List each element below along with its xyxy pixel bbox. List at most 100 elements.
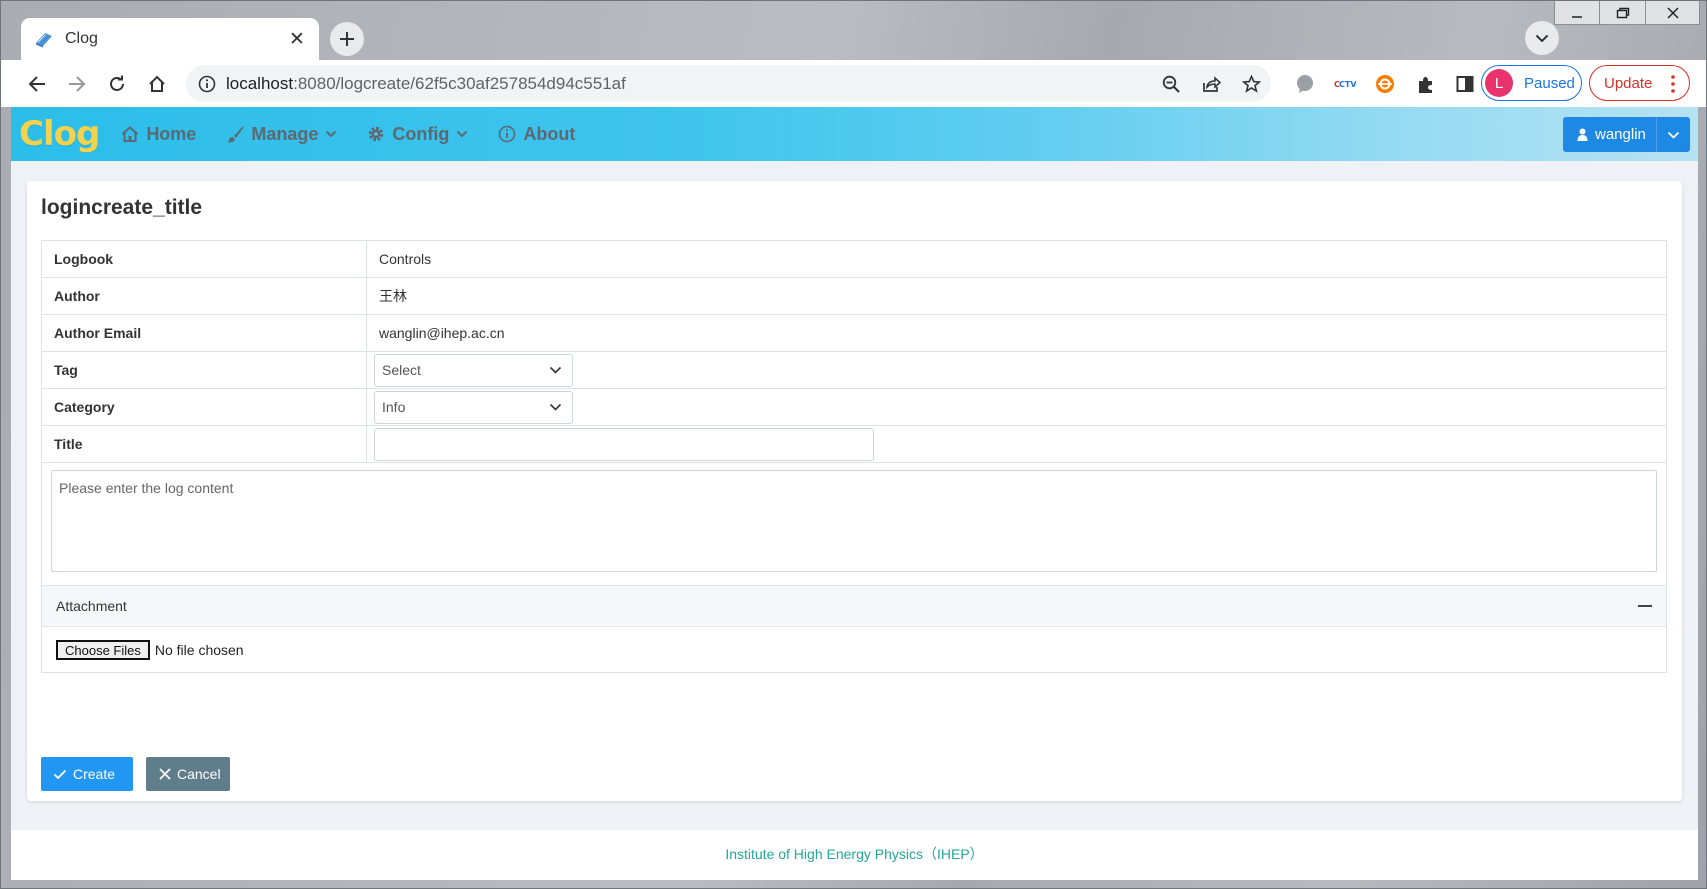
category-label: Category: [41, 388, 367, 426]
author-email-label: Author Email: [41, 314, 367, 352]
browser-toolbar: localhost:8080/logcreate/62f5c30af257854…: [1, 60, 1706, 107]
maximize-button[interactable]: [1600, 1, 1646, 25]
log-create-card: logincreate_title Logbook Controls Autho…: [27, 181, 1682, 801]
footer-text[interactable]: Institute of High Energy Physics（IHEP）: [725, 844, 983, 864]
author-email-value: wanglin@ihep.ac.cn: [366, 314, 1667, 352]
tab-close-icon[interactable]: ✕: [287, 28, 307, 51]
user-menu-button[interactable]: wanglin: [1563, 117, 1690, 152]
home-icon: [122, 126, 139, 142]
tab-title: Clog: [65, 30, 98, 47]
update-button[interactable]: Update: [1589, 65, 1690, 101]
page-viewport: Clog Home Manage Config About wanglin lo…: [11, 107, 1698, 880]
nav-manage-label: Manage: [251, 123, 319, 144]
chat-bubble-icon: [1297, 75, 1313, 93]
logbook-label: Logbook: [41, 240, 367, 278]
category-cell: Info: [366, 388, 1667, 426]
gear-icon: [369, 126, 384, 142]
close-icon: [159, 768, 171, 780]
table-row: Logbook Controls: [41, 240, 1667, 278]
profile-status: Paused: [1524, 74, 1575, 92]
back-button[interactable]: [17, 66, 57, 102]
extensions-button[interactable]: [1405, 66, 1445, 102]
reload-button[interactable]: [97, 66, 137, 102]
user-icon: [1577, 128, 1588, 141]
content-editor-wrapper: Please enter the log content: [41, 461, 1667, 586]
minimize-button[interactable]: [1554, 1, 1600, 25]
book-icon: [36, 33, 52, 48]
bookmark-button[interactable]: [1231, 66, 1271, 102]
reload-icon: [110, 75, 124, 91]
table-row: Author 王林: [41, 277, 1667, 315]
author-label: Author: [41, 277, 367, 315]
cancel-button[interactable]: Cancel: [146, 757, 230, 791]
chevron-down-icon: [549, 403, 562, 411]
avatar: L: [1485, 69, 1513, 97]
browser-tab[interactable]: Clog ✕: [21, 18, 319, 60]
choose-files-button[interactable]: Choose Files: [56, 640, 150, 660]
zoom-out-icon: [1162, 75, 1180, 93]
page-footer: Institute of High Energy Physics（IHEP）: [11, 830, 1698, 880]
log-content-textarea[interactable]: Please enter the log content: [51, 470, 1657, 572]
extensions-area: C CTV: [1285, 66, 1485, 102]
extension-cctv-button[interactable]: C CTV: [1325, 66, 1365, 102]
table-row: Author Email wanglin@ihep.ac.cn: [41, 314, 1667, 352]
share-button[interactable]: [1191, 66, 1231, 102]
browser-window: Clog ✕ localhost:8080/logcreate/62f5c30a…: [0, 0, 1707, 889]
profile-button[interactable]: L Paused: [1481, 65, 1582, 101]
table-row: Category Info: [41, 388, 1667, 426]
attachment-title: Attachment: [56, 598, 127, 614]
user-dropdown-toggle[interactable]: [1656, 117, 1690, 152]
zoom-button[interactable]: [1151, 66, 1191, 102]
extension-chat-button[interactable]: [1285, 66, 1325, 102]
title-input[interactable]: [374, 427, 874, 461]
share-icon: [1202, 75, 1221, 92]
address-bar[interactable]: localhost:8080/logcreate/62f5c30af257854…: [186, 65, 1271, 102]
info-icon[interactable]: [198, 75, 216, 93]
tag-select-value: Select: [382, 362, 421, 378]
table-row: Title: [41, 425, 1667, 463]
create-button[interactable]: Create: [41, 757, 133, 791]
chevron-down-icon: [457, 130, 468, 138]
home-button[interactable]: [137, 66, 177, 102]
brand-logo[interactable]: Clog: [19, 114, 100, 154]
nav-config[interactable]: Config: [367, 107, 468, 161]
window-controls: [1554, 1, 1700, 27]
svg-text:CTV: CTV: [1339, 80, 1356, 89]
table-row: Tag Select: [41, 351, 1667, 389]
extension-orange-button[interactable]: [1365, 66, 1405, 102]
url-text[interactable]: localhost:8080/logcreate/62f5c30af257854…: [226, 74, 1151, 94]
attachment-body: Choose Files No file chosen: [42, 627, 1666, 673]
arrow-left-icon: [28, 75, 45, 92]
attachment-header[interactable]: Attachment: [42, 586, 1666, 627]
chevron-down-icon: [1535, 34, 1549, 42]
puzzle-icon: [1418, 76, 1432, 93]
side-panel-icon: [1456, 76, 1474, 92]
nav-about[interactable]: About: [498, 107, 575, 161]
nav-home-label: Home: [146, 123, 197, 144]
category-select[interactable]: Info: [374, 390, 573, 424]
forward-button[interactable]: [57, 66, 97, 102]
nav-home[interactable]: Home: [121, 107, 196, 161]
side-panel-button[interactable]: [1445, 66, 1485, 102]
close-window-button[interactable]: [1646, 1, 1700, 25]
page-title: logincreate_title: [41, 196, 203, 219]
chevron-down-icon: [326, 130, 337, 138]
nav-about-label: About: [523, 123, 576, 144]
more-vertical-icon: [1671, 75, 1675, 93]
app-navbar: Clog Home Manage Config About wanglin: [11, 107, 1698, 161]
cctv-logo-icon: C CTV: [1334, 80, 1356, 89]
tag-cell: Select: [366, 351, 1667, 389]
cancel-label: Cancel: [177, 766, 221, 782]
tab-search-button[interactable]: [1525, 21, 1559, 55]
info-icon: [499, 125, 516, 143]
collapse-icon[interactable]: [1638, 605, 1652, 607]
orange-extension-icon: [1376, 75, 1394, 93]
new-tab-button[interactable]: [330, 22, 364, 56]
log-form-table: Logbook Controls Author 王林 Author Email …: [41, 240, 1667, 463]
chevron-down-icon: [549, 366, 562, 374]
nav-manage[interactable]: Manage: [226, 107, 337, 161]
chevron-down-icon: [1667, 131, 1680, 139]
tag-select[interactable]: Select: [374, 353, 573, 387]
user-button-main[interactable]: wanglin: [1563, 126, 1656, 143]
plus-icon: [340, 32, 354, 46]
